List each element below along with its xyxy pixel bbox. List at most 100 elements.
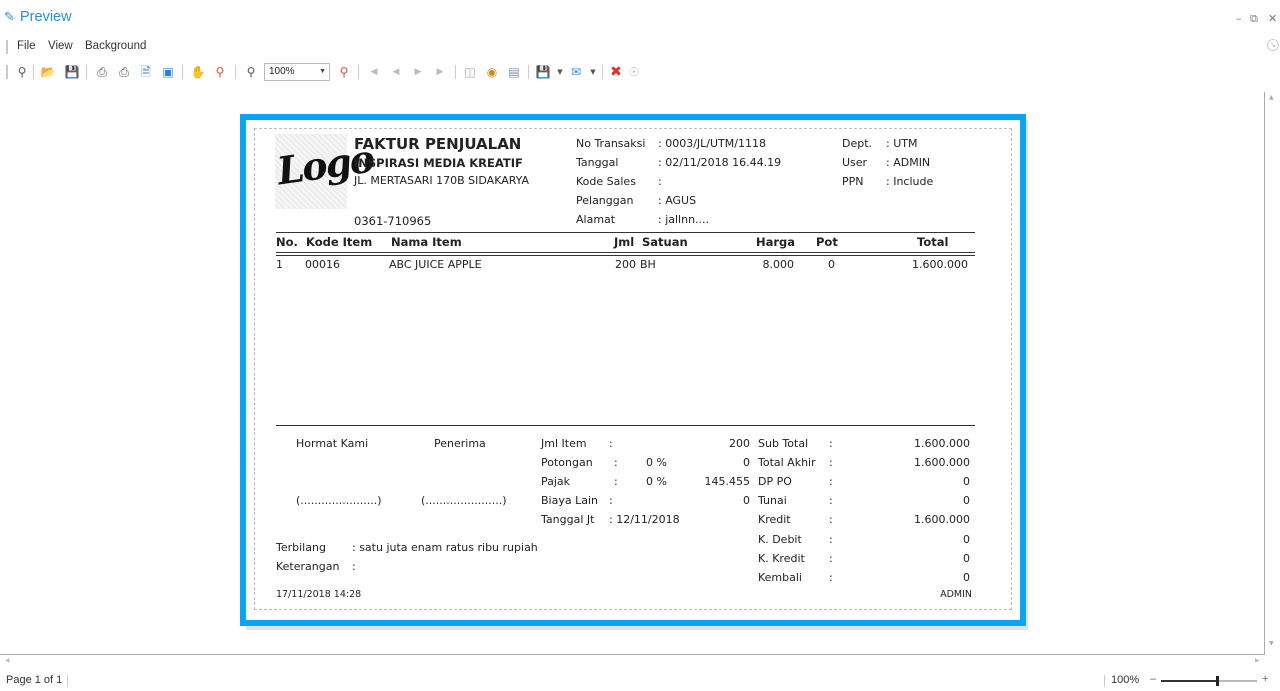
magnifier-icon[interactable]: ⚲ <box>212 64 228 80</box>
menu-file[interactable]: File <box>17 40 36 52</box>
divider <box>276 425 975 426</box>
email-icon[interactable]: ✉ <box>568 64 584 80</box>
column-header-pot: Pot <box>816 235 838 249</box>
find-icon[interactable]: ⚲ <box>14 64 30 80</box>
scale-icon[interactable]: ▣ <box>160 64 176 80</box>
zoom-dropdown[interactable]: 100% ▼ <box>264 63 330 81</box>
menu-grip <box>6 40 8 54</box>
summary-percent: 0 % <box>646 475 667 488</box>
signature-label-left: Hormat Kami <box>296 437 369 450</box>
email-dropdown-icon[interactable]: ▼ <box>585 64 601 80</box>
restore-icon[interactable]: ⧉ <box>1250 12 1258 26</box>
page-setup-icon[interactable]: 🗎 <box>138 64 154 80</box>
preview-border-bottom <box>0 654 1265 655</box>
previous-page-icon[interactable]: ◀ <box>388 64 404 80</box>
divider <box>276 232 975 233</box>
summary-value: 145.455 <box>704 475 751 488</box>
open-icon[interactable]: 📂 <box>40 64 56 80</box>
scroll-right-icon[interactable]: ▶ <box>1255 657 1260 664</box>
keterangan-value: : <box>352 560 356 573</box>
total-label: Kredit <box>758 513 791 526</box>
total-colon: : <box>829 475 833 488</box>
total-value: 1.600.000 <box>914 513 970 526</box>
separator <box>182 65 183 79</box>
summary-label: Potongan <box>541 456 593 469</box>
save-icon[interactable]: 💾 <box>64 64 80 80</box>
menu-background[interactable]: Background <box>85 40 146 52</box>
info-label: PPN <box>842 175 864 188</box>
company-address: JL. MERTASARI 170B SIDAKARYA <box>354 174 530 187</box>
report-page: Logo FAKTUR PENJUALAN INSPIRASI MEDIA KR… <box>240 114 1026 626</box>
close-icon[interactable]: ✕ <box>1268 12 1277 25</box>
last-page-icon[interactable]: ▶ <box>432 64 448 80</box>
summary-label: Tanggal Jt <box>541 513 595 526</box>
zoom-slider[interactable] <box>1161 676 1257 686</box>
print-icon[interactable]: ⎙ <box>116 64 132 80</box>
watermark-icon[interactable]: ▤ <box>506 64 522 80</box>
cell-pot: 0 <box>828 258 835 271</box>
zoom-in-icon[interactable]: ⚲ <box>336 64 352 80</box>
zoom-percent: 100% <box>1111 674 1140 686</box>
cell-kode: 00016 <box>305 258 340 271</box>
export-icon[interactable]: 💾 <box>535 64 551 80</box>
summary-colon: : <box>609 494 613 507</box>
invoice-title: FAKTUR PENJUALAN <box>354 135 522 153</box>
company-name: INSPIRASI MEDIA KREATIF <box>354 156 523 170</box>
menu-view[interactable]: View <box>48 40 73 52</box>
separator <box>358 65 359 79</box>
terbilang-label: Terbilang <box>276 541 326 554</box>
total-value: 1.600.000 <box>914 456 970 469</box>
zoom-slider-fill <box>1161 680 1217 682</box>
print-dialog-icon[interactable]: ⎙ <box>94 64 110 80</box>
total-colon: : <box>829 571 833 584</box>
separator <box>1104 675 1105 687</box>
total-colon: : <box>829 552 833 565</box>
zoom-in-button[interactable]: + <box>1262 673 1268 685</box>
company-logo: Logo <box>274 134 376 209</box>
summary-colon: : <box>609 437 613 450</box>
scroll-up-icon[interactable]: ▲ <box>1269 94 1274 101</box>
info-value: : 02/11/2018 16.44.19 <box>658 156 782 169</box>
summary-value: 200 <box>729 437 750 450</box>
preview-border-right <box>1264 92 1265 654</box>
separator <box>67 675 68 687</box>
total-colon: : <box>829 533 833 546</box>
separator <box>235 65 236 79</box>
first-page-icon[interactable]: ◀ <box>366 64 382 80</box>
total-label: K. Debit <box>758 533 802 546</box>
total-value: 0 <box>963 533 970 546</box>
collapse-icon[interactable]: ☉ <box>626 64 642 80</box>
summary-colon: : <box>614 475 618 488</box>
summary-colon: : <box>614 456 618 469</box>
zoom-slider-thumb[interactable] <box>1215 676 1219 686</box>
total-value: 0 <box>963 552 970 565</box>
divider <box>276 255 975 256</box>
cell-satuan: BH <box>640 258 656 271</box>
collapse-ribbon-icon[interactable]: ↘ <box>1267 39 1279 51</box>
vertical-scrollbar[interactable]: ▲ ▼ <box>1266 92 1280 654</box>
cell-nama: ABC JUICE APPLE <box>389 258 482 271</box>
toolbar-grip <box>6 65 8 79</box>
next-page-icon[interactable]: ▶ <box>410 64 426 80</box>
summary-label: Jml Item <box>541 437 587 450</box>
summary-value: 0 <box>743 494 750 507</box>
hand-tool-icon[interactable]: ✋ <box>190 64 206 80</box>
zoom-out-icon[interactable]: ⚲ <box>243 64 259 80</box>
total-label: Total Akhir <box>758 456 816 469</box>
scroll-down-icon[interactable]: ▼ <box>1269 640 1274 647</box>
scroll-left-icon[interactable]: ◀ <box>5 657 10 664</box>
info-value: : AGUS <box>658 194 697 207</box>
separator <box>86 65 87 79</box>
separator <box>455 65 456 79</box>
minimize-icon[interactable]: – <box>1236 12 1242 25</box>
column-header-satuan: Satuan <box>642 235 688 249</box>
multiple-pages-icon[interactable]: ◫ <box>462 64 478 80</box>
zoom-out-button[interactable]: – <box>1150 673 1156 685</box>
total-colon: : <box>829 456 833 469</box>
close-preview-icon[interactable]: ✖ <box>608 64 624 80</box>
export-dropdown-icon[interactable]: ▼ <box>552 64 568 80</box>
info-label: Tanggal <box>576 156 619 169</box>
preview-icon: ✎ <box>4 10 15 25</box>
cell-jml: 200 <box>615 258 636 271</box>
color-icon[interactable]: ◉ <box>484 64 500 80</box>
